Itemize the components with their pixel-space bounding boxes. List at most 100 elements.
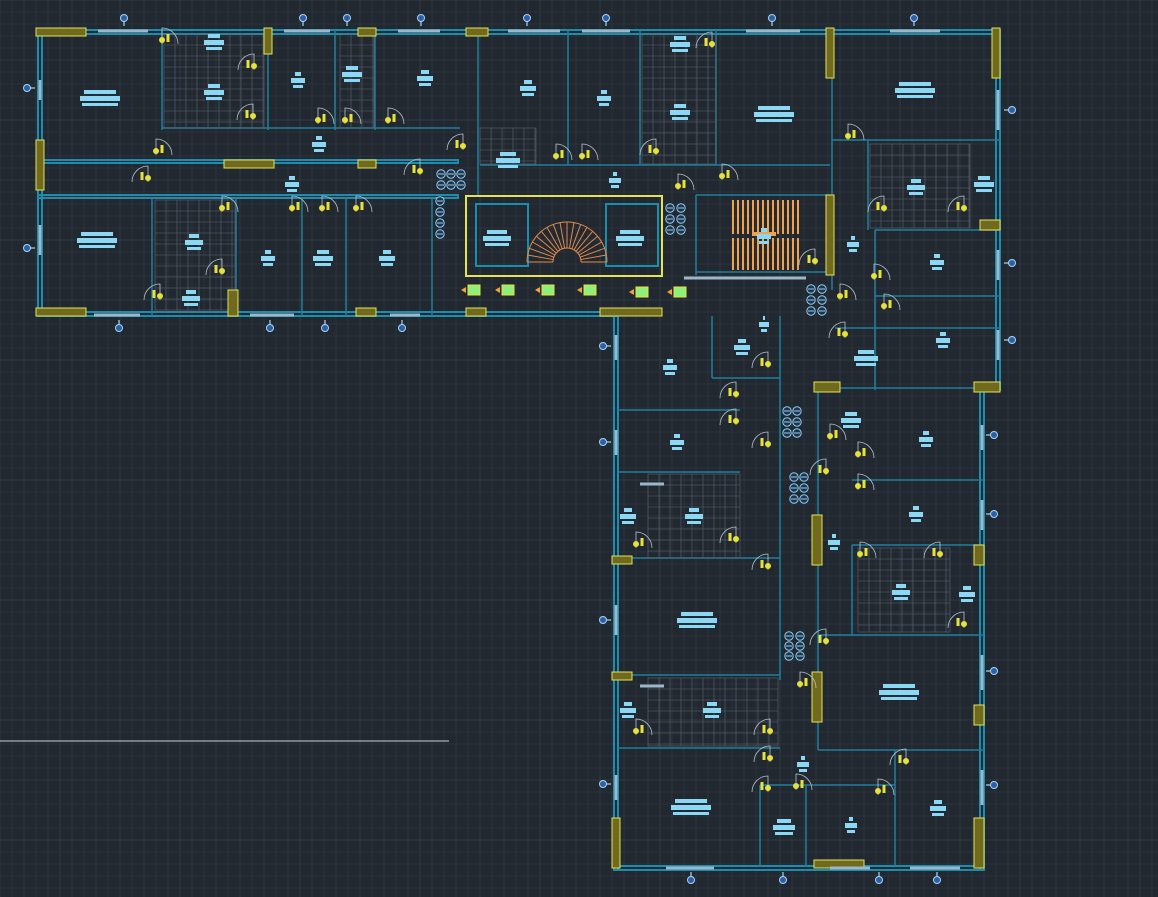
marker-head bbox=[1008, 336, 1016, 344]
lobby-fixture bbox=[495, 284, 515, 296]
stair-tread bbox=[797, 200, 799, 234]
door-handle bbox=[289, 205, 295, 211]
marker-head bbox=[321, 324, 329, 332]
tag-bar bbox=[295, 72, 301, 76]
tag-bar bbox=[620, 514, 636, 519]
tag-bar bbox=[672, 49, 688, 52]
room-tag bbox=[879, 684, 919, 700]
tag-bar bbox=[379, 256, 395, 261]
door bbox=[719, 163, 739, 181]
tag-bar bbox=[832, 534, 836, 538]
column bbox=[227, 289, 239, 317]
door bbox=[809, 458, 829, 476]
tag-bar bbox=[761, 228, 767, 232]
door-handle bbox=[855, 451, 861, 457]
numbered-callout bbox=[799, 494, 809, 504]
column bbox=[973, 381, 1001, 393]
tile-area bbox=[154, 199, 236, 313]
door bbox=[871, 263, 891, 281]
door-handle bbox=[961, 205, 967, 211]
tag-bar bbox=[206, 47, 222, 50]
door-handle bbox=[837, 293, 843, 299]
tag-bar bbox=[978, 176, 990, 180]
tag-bar bbox=[189, 234, 199, 238]
tag-bar bbox=[313, 256, 333, 261]
door-handle bbox=[767, 728, 773, 734]
stair-tread bbox=[787, 200, 789, 234]
tag-bar bbox=[613, 172, 617, 176]
door bbox=[719, 408, 739, 426]
tag-bar bbox=[974, 182, 994, 187]
marker-head bbox=[990, 667, 998, 675]
tag-bar bbox=[674, 36, 686, 40]
column bbox=[973, 817, 985, 869]
room-tag bbox=[754, 106, 794, 122]
door-handle bbox=[842, 331, 848, 337]
numbered-callout bbox=[456, 169, 466, 179]
tag-bar bbox=[679, 625, 715, 628]
numbered-callout bbox=[435, 229, 445, 239]
fixture-box bbox=[583, 284, 597, 296]
door bbox=[751, 553, 771, 571]
marker-head bbox=[115, 324, 123, 332]
stair-tread bbox=[757, 200, 759, 234]
room-tag bbox=[919, 431, 933, 447]
column bbox=[357, 27, 377, 37]
tag-bar bbox=[845, 823, 857, 828]
stair-tread bbox=[737, 238, 739, 270]
tag-bar bbox=[616, 236, 644, 241]
stair-tread bbox=[792, 238, 794, 270]
column bbox=[465, 307, 487, 317]
stair-tread bbox=[782, 238, 784, 270]
tag-bar bbox=[344, 79, 360, 82]
tag-bar bbox=[940, 332, 946, 336]
room-tag bbox=[907, 179, 925, 195]
tag-bar bbox=[289, 176, 295, 180]
door bbox=[837, 283, 857, 301]
tag-bar bbox=[381, 263, 393, 266]
tag-bar bbox=[609, 178, 621, 183]
numbered-callout bbox=[799, 472, 809, 482]
fixture-box bbox=[467, 284, 481, 296]
room-tag bbox=[797, 756, 809, 772]
stair-tread bbox=[797, 238, 799, 270]
numbered-callout bbox=[789, 494, 799, 504]
door-handle bbox=[342, 117, 348, 123]
stair-tread bbox=[732, 238, 734, 270]
door-handle bbox=[793, 783, 799, 789]
door bbox=[153, 138, 173, 156]
room-tag bbox=[609, 172, 621, 188]
tag-bar bbox=[265, 250, 271, 254]
door-handle bbox=[857, 551, 863, 557]
stair-tread bbox=[732, 200, 734, 234]
door-handle bbox=[823, 468, 829, 474]
tag-bar bbox=[919, 437, 933, 442]
room-tags bbox=[77, 34, 994, 835]
axis-marker bbox=[115, 320, 123, 332]
floor-plan-canvas[interactable] bbox=[0, 0, 1158, 897]
door-handle bbox=[767, 755, 773, 761]
fixture-box bbox=[673, 286, 687, 298]
door-handle bbox=[765, 361, 771, 367]
axis-marker bbox=[23, 244, 35, 252]
door-handle bbox=[319, 205, 325, 211]
tag-bar bbox=[907, 185, 925, 190]
door-handle bbox=[733, 418, 739, 424]
room-tag bbox=[930, 254, 944, 270]
tag-bar bbox=[204, 40, 224, 45]
marker-head bbox=[933, 876, 941, 884]
tag-bar bbox=[500, 152, 516, 156]
tag-bar bbox=[342, 72, 362, 77]
axis-marker bbox=[266, 320, 274, 332]
room-tag bbox=[930, 800, 946, 816]
column bbox=[465, 27, 489, 37]
axis-marker bbox=[687, 872, 695, 884]
tag-bar bbox=[674, 434, 680, 438]
numbered-callout bbox=[665, 225, 675, 235]
tag-bar bbox=[81, 232, 113, 236]
column bbox=[599, 307, 663, 317]
stair-tread bbox=[747, 238, 749, 270]
room-tag bbox=[182, 290, 200, 306]
room-tag bbox=[342, 66, 362, 82]
tag-bar bbox=[756, 119, 792, 122]
